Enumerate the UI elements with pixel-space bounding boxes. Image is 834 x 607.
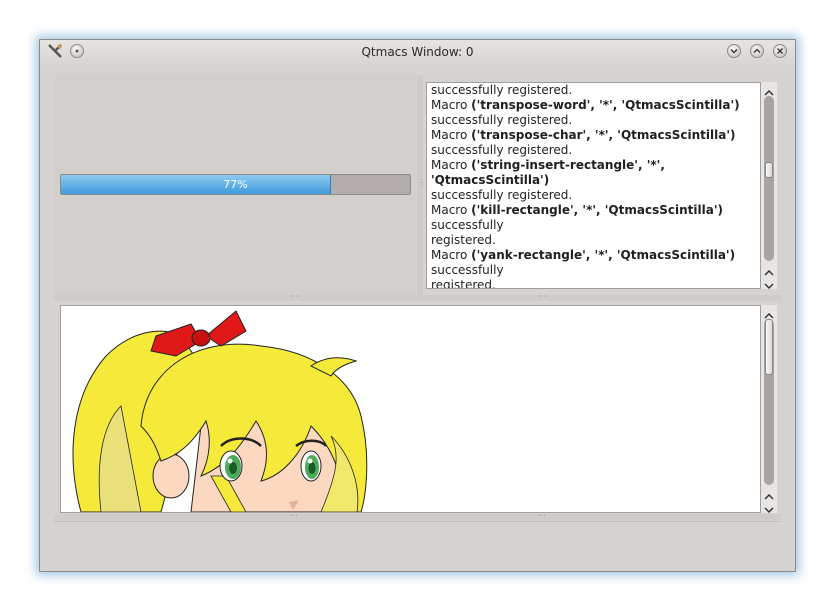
log-line: registered.	[431, 278, 757, 289]
title-bar[interactable]: Qtmacs Window: 0	[40, 40, 795, 65]
log-line: successfully registered.	[431, 83, 757, 98]
minimize-button[interactable]	[727, 44, 741, 58]
scroll-up-icon[interactable]	[761, 83, 776, 96]
image-view[interactable]	[60, 305, 761, 513]
log-suffix: successfully registered.	[431, 83, 573, 97]
message-log[interactable]: successfully registered. Macro ('transpos…	[426, 82, 761, 289]
scroll-up-icon[interactable]	[761, 263, 776, 276]
log-line: Macro ('kill-rectangle', '*', 'QtmacsSci…	[431, 203, 757, 233]
status-bar	[54, 521, 781, 552]
log-line: successfully registered.	[431, 188, 757, 203]
log-suffix: successfully registered.	[431, 188, 573, 202]
anime-girl-image	[72, 310, 368, 512]
log-prefix: Macro	[431, 158, 472, 172]
log-prefix: Macro	[431, 98, 472, 112]
image-scrollbar[interactable]	[761, 305, 777, 514]
progress-label: 77%	[223, 178, 248, 191]
window-title: Qtmacs Window: 0	[361, 45, 474, 59]
log-macro-name: ('transpose-word', '*', 'QtmacsScintilla…	[471, 98, 740, 112]
scroll-down-icon[interactable]	[761, 276, 776, 290]
log-macro-name: ('yank-rectangle', '*', 'QtmacsScintilla…	[471, 248, 736, 262]
log-line: Macro ('yank-rectangle', '*', 'QtmacsSci…	[431, 248, 757, 278]
splitter-grip: ···	[290, 292, 298, 301]
horizontal-splitter[interactable]: ··· ···	[54, 292, 781, 301]
splitter-grip: ···	[538, 511, 546, 520]
maximize-button[interactable]	[750, 44, 764, 58]
close-icon	[777, 48, 783, 54]
log-suffix: successfully registered.	[431, 113, 573, 127]
scroll-up-icon[interactable]	[761, 487, 776, 500]
minimize-icon	[730, 49, 738, 54]
log-prefix: Macro	[431, 203, 472, 217]
splitter-grip: ···	[538, 292, 546, 301]
log-line: successfully registered.	[431, 143, 757, 158]
bottom-splitter[interactable]: ··· ···	[54, 511, 781, 520]
log-suffix: successfully	[431, 263, 504, 277]
log-scroll-handle[interactable]	[765, 162, 773, 178]
log-suffix: successfully registered.	[431, 143, 573, 157]
log-prefix: Macro	[431, 128, 472, 142]
log-line: Macro ('transpose-word', '*', 'QtmacsSci…	[431, 98, 757, 113]
log-line: Macro ('string-insert-rectangle', '*', '…	[431, 158, 757, 188]
log-macro-name: ('transpose-char', '*', 'QtmacsScintilla…	[471, 128, 736, 142]
scroll-down-icon[interactable]	[761, 500, 776, 514]
log-text: successfully registered. Macro ('transpos…	[431, 83, 757, 289]
log-prefix: Macro	[431, 248, 472, 262]
log-suffix: successfully	[431, 218, 504, 232]
log-scrollbar[interactable]	[761, 82, 777, 290]
log-macro-name: ('kill-rectangle', '*', 'QtmacsScintilla…	[471, 203, 723, 217]
splitter-grip: ⋮	[418, 178, 426, 187]
log-suffix: registered.	[431, 278, 496, 289]
progress-bar: 77%	[60, 174, 411, 195]
qtmacs-window: Qtmacs Window: 0 77% ⋮ successfully regi…	[39, 39, 796, 572]
splitter-grip: ···	[290, 511, 298, 520]
log-suffix: registered.	[431, 233, 496, 247]
log-line: registered.	[431, 233, 757, 248]
vertical-splitter[interactable]: ⋮	[417, 75, 426, 295]
scroll-up-icon[interactable]	[761, 306, 776, 319]
close-button[interactable]	[773, 44, 787, 58]
log-line: Macro ('transpose-char', '*', 'QtmacsSci…	[431, 128, 757, 143]
image-scroll-track[interactable]	[764, 319, 774, 485]
log-scroll-track[interactable]	[764, 96, 774, 261]
log-line: successfully registered.	[431, 113, 757, 128]
maximize-icon	[753, 48, 761, 53]
image-scroll-handle[interactable]	[765, 319, 773, 375]
